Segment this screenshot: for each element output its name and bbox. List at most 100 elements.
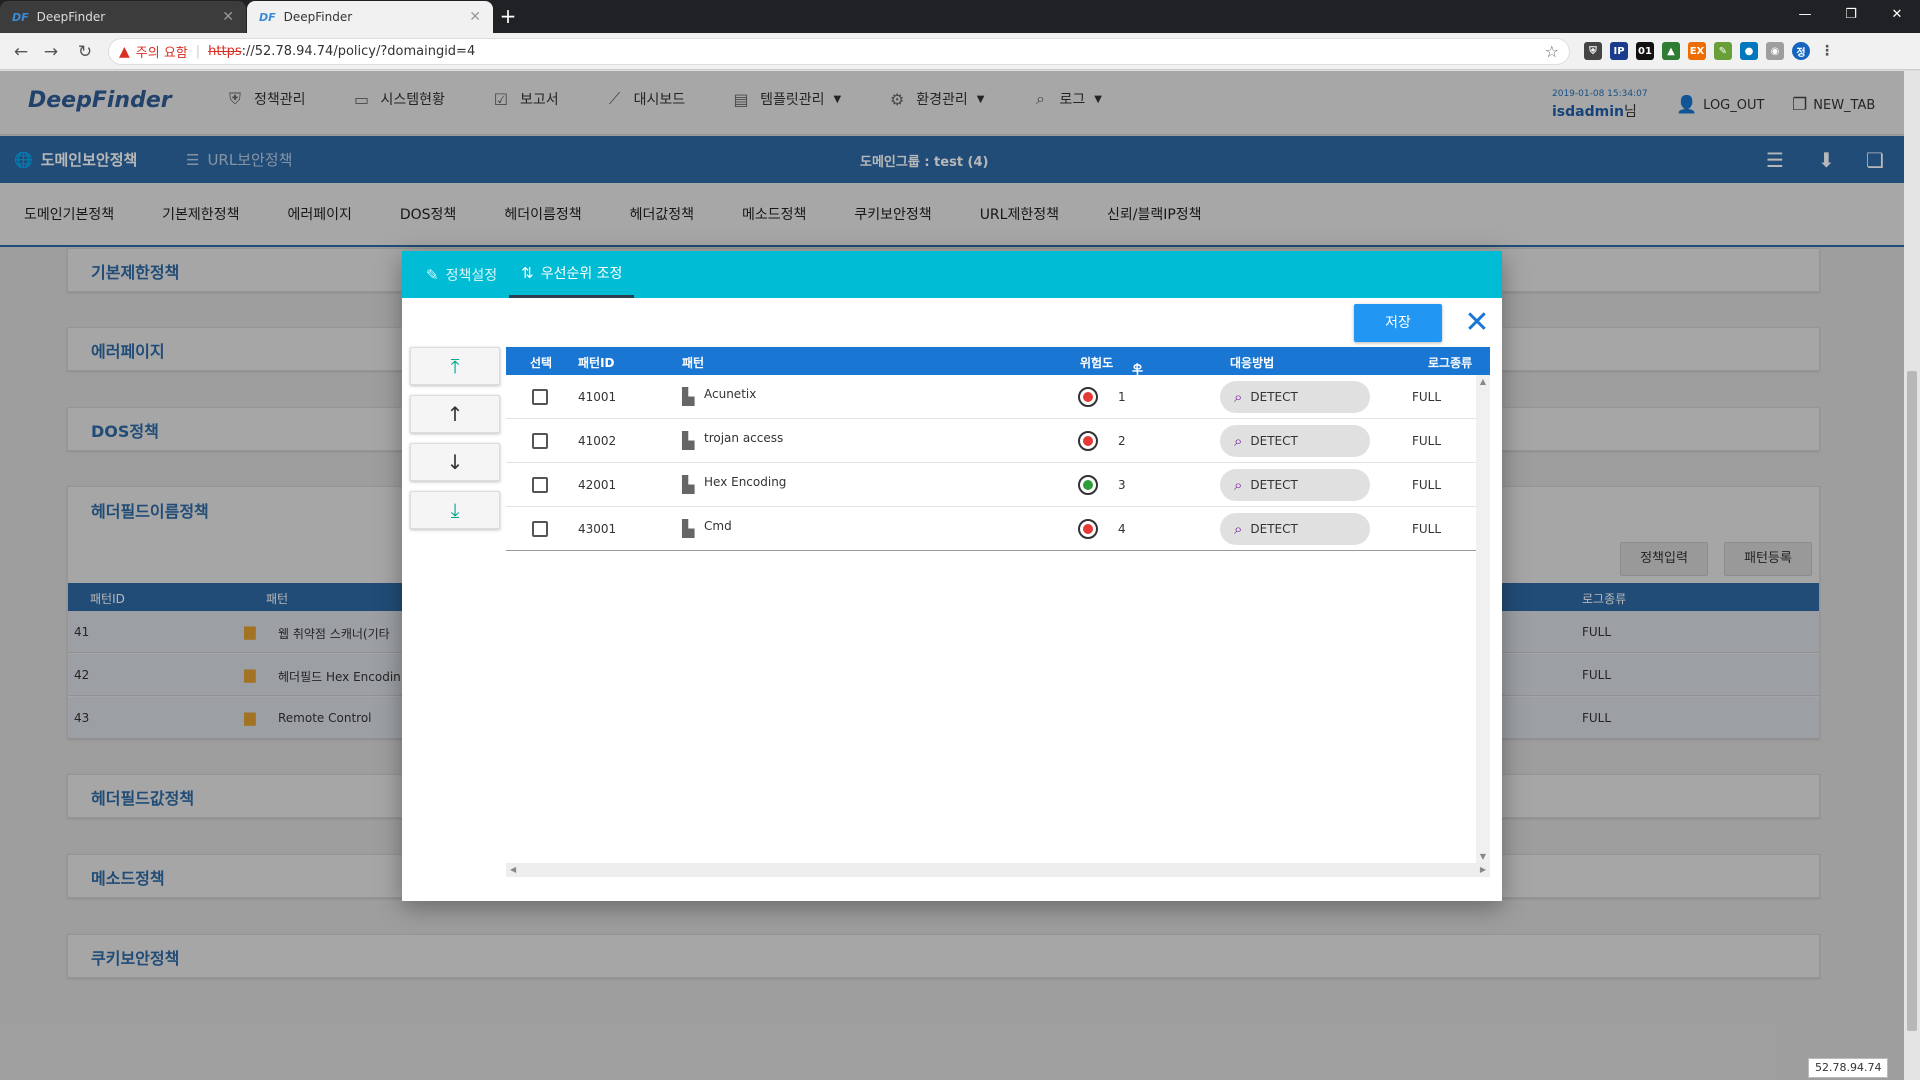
magnifier-icon: ⌕ bbox=[1234, 520, 1243, 538]
grid-header: 선택 패턴ID 패턴 위험도 우선순위 ↑ 대응방법 로그종류 bbox=[506, 347, 1490, 428]
magnifier-icon: ⌕ bbox=[1234, 476, 1243, 494]
sort-icon: ⇅ bbox=[521, 264, 534, 282]
row-pattern-id: 41001 bbox=[578, 390, 617, 404]
sort-arrow-icon: ↑ bbox=[1132, 361, 1143, 375]
browser-tab[interactable]: DF DeepFinder ✕ bbox=[0, 1, 246, 33]
bookmark-star-icon[interactable]: ☆ bbox=[1545, 42, 1559, 61]
security-warning: 주의 요함 bbox=[135, 46, 188, 61]
address-bar: ← → ↻ ▲ 주의 요함 | https ://52.78.94.74/pol… bbox=[0, 33, 1920, 70]
profile-avatar[interactable]: 정 bbox=[1792, 42, 1810, 60]
minimize-icon[interactable]: — bbox=[1782, 0, 1828, 30]
column-select[interactable]: 선택 bbox=[530, 354, 552, 371]
row-checkbox[interactable] bbox=[532, 433, 548, 449]
document-icon: ▙ bbox=[682, 475, 695, 494]
scroll-left-icon[interactable]: ◀ bbox=[510, 863, 516, 877]
row-pattern-id: 43001 bbox=[578, 522, 617, 536]
column-action[interactable]: 대응방법 bbox=[1230, 354, 1274, 371]
browser-tab-title: DeepFinder bbox=[283, 10, 353, 24]
row-logtype: FULL bbox=[1412, 522, 1442, 536]
column-pattern-id[interactable]: 패턴ID bbox=[578, 354, 615, 371]
forward-icon[interactable]: → bbox=[40, 41, 62, 63]
pencil-icon: ✎ bbox=[426, 265, 439, 284]
row-pattern: Cmd bbox=[704, 519, 732, 533]
scroll-down-icon[interactable]: ▼ bbox=[1476, 852, 1490, 861]
tab-label: 정책설정 bbox=[445, 267, 498, 284]
scroll-right-icon[interactable]: ▶ bbox=[1480, 863, 1486, 877]
scroll-up-icon[interactable]: ▲ bbox=[1476, 377, 1490, 386]
row-pattern-id: 41002 bbox=[578, 434, 617, 448]
close-icon[interactable]: ✕ bbox=[1460, 306, 1494, 340]
url-input[interactable]: ▲ 주의 요함 | https ://52.78.94.74/policy/?d… bbox=[108, 38, 1570, 65]
action-label: DETECT bbox=[1250, 434, 1298, 448]
tab-priority-adjust[interactable]: ⇅ 우선순위 조정 bbox=[509, 251, 635, 298]
magnifier-icon: ⌕ bbox=[1234, 388, 1243, 406]
grid-horizontal-scrollbar[interactable]: ◀ ▶ bbox=[506, 863, 1490, 877]
reload-icon[interactable]: ↻ bbox=[74, 41, 96, 63]
close-window-icon[interactable]: ✕ bbox=[1874, 0, 1920, 30]
move-down-button[interactable]: ↓ bbox=[410, 443, 500, 481]
close-icon[interactable]: ✕ bbox=[469, 9, 481, 25]
risk-high-icon bbox=[1078, 519, 1098, 539]
deepfinder-favicon: DF bbox=[259, 10, 276, 24]
move-to-bottom-button[interactable]: ⤓ bbox=[410, 491, 500, 529]
new-tab-button[interactable]: + bbox=[496, 5, 520, 29]
risk-low-icon bbox=[1078, 475, 1098, 495]
menu-dots-icon[interactable]: ⋮ bbox=[1818, 42, 1836, 60]
table-row[interactable]: 41002 ▙ trojan access 2 ⌕ DETECT FULL bbox=[506, 419, 1490, 463]
row-priority: 2 bbox=[1118, 434, 1126, 448]
restore-icon[interactable]: ❐ bbox=[1828, 0, 1874, 30]
warning-icon: ▲ bbox=[119, 43, 130, 60]
detect-action-button[interactable]: ⌕ DETECT bbox=[1220, 469, 1370, 501]
browser-tab-title: DeepFinder bbox=[36, 10, 106, 24]
tab-policy-settings[interactable]: ✎ 정책설정 bbox=[414, 251, 509, 298]
circle-ext-icon[interactable]: ◉ bbox=[1766, 42, 1784, 60]
counter-ext-icon[interactable]: 01 bbox=[1636, 42, 1654, 60]
column-logtype[interactable]: 로그종류 bbox=[1428, 354, 1472, 371]
shield-ext-icon[interactable]: ⛨ bbox=[1584, 42, 1602, 60]
document-icon: ▙ bbox=[682, 519, 695, 538]
save-button[interactable]: 저장 bbox=[1354, 304, 1442, 342]
priority-grid: 선택 패턴ID 패턴 위험도 우선순위 ↑ 대응방법 로그종류 41001 ▙ … bbox=[506, 347, 1490, 863]
scrollbar-thumb[interactable] bbox=[1907, 371, 1917, 1031]
table-row[interactable]: 43001 ▙ Cmd 4 ⌕ DETECT FULL bbox=[506, 507, 1490, 551]
row-pattern: Acunetix bbox=[704, 387, 757, 401]
detect-action-button[interactable]: ⌕ DETECT bbox=[1220, 513, 1370, 545]
table-row[interactable]: 41001 ▙ Acunetix 1 ⌕ DETECT FULL bbox=[506, 375, 1490, 419]
row-logtype: FULL bbox=[1412, 434, 1442, 448]
grid-vertical-scrollbar[interactable]: ▲ ▼ bbox=[1476, 375, 1490, 863]
detect-action-button[interactable]: ⌕ DETECT bbox=[1220, 425, 1370, 457]
priority-modal: ✎ 정책설정 ⇅ 우선순위 조정 저장 ✕ ⤒ ↑ ↓ ⤓ 선택 패턴ID 패턴… bbox=[402, 251, 1502, 901]
action-label: DETECT bbox=[1250, 478, 1298, 492]
document-icon: ▙ bbox=[682, 431, 695, 450]
column-pattern[interactable]: 패턴 bbox=[682, 354, 704, 371]
action-label: DETECT bbox=[1250, 390, 1298, 404]
row-checkbox[interactable] bbox=[532, 477, 548, 493]
url-scheme: https bbox=[208, 44, 242, 59]
move-up-button[interactable]: ↑ bbox=[410, 395, 500, 433]
row-pattern-id: 42001 bbox=[578, 478, 617, 492]
url-path: ://52.78.94.74/policy/?domaingid=4 bbox=[241, 44, 476, 59]
separator: | bbox=[195, 44, 201, 59]
document-icon: ▙ bbox=[682, 387, 695, 406]
risk-high-icon bbox=[1078, 387, 1098, 407]
pin-ext-icon[interactable]: ✎ bbox=[1714, 42, 1732, 60]
back-icon[interactable]: ← bbox=[10, 41, 32, 63]
ip-ext-icon[interactable]: IP bbox=[1610, 42, 1628, 60]
table-row[interactable]: 42001 ▙ Hex Encoding 3 ⌕ DETECT FULL bbox=[506, 463, 1490, 507]
triangle-ext-icon[interactable]: ▲ bbox=[1662, 42, 1680, 60]
ex-ext-icon[interactable]: EX bbox=[1688, 42, 1706, 60]
window-controls: — ❐ ✕ bbox=[1782, 0, 1920, 30]
browser-tab-active[interactable]: DF DeepFinder ✕ bbox=[247, 1, 493, 33]
grid-body: 41001 ▙ Acunetix 1 ⌕ DETECT FULL 41002 ▙… bbox=[506, 375, 1490, 863]
page-scrollbar[interactable] bbox=[1904, 71, 1920, 1080]
move-to-top-button[interactable]: ⤒ bbox=[410, 347, 500, 385]
action-label: DETECT bbox=[1250, 522, 1298, 536]
globe-ext-icon[interactable]: ● bbox=[1740, 42, 1758, 60]
column-risk[interactable]: 위험도 bbox=[1080, 354, 1113, 371]
row-checkbox[interactable] bbox=[532, 521, 548, 537]
detect-action-button[interactable]: ⌕ DETECT bbox=[1220, 381, 1370, 413]
close-icon[interactable]: ✕ bbox=[222, 9, 234, 25]
row-priority: 4 bbox=[1118, 522, 1126, 536]
row-checkbox[interactable] bbox=[532, 389, 548, 405]
row-logtype: FULL bbox=[1412, 390, 1442, 404]
